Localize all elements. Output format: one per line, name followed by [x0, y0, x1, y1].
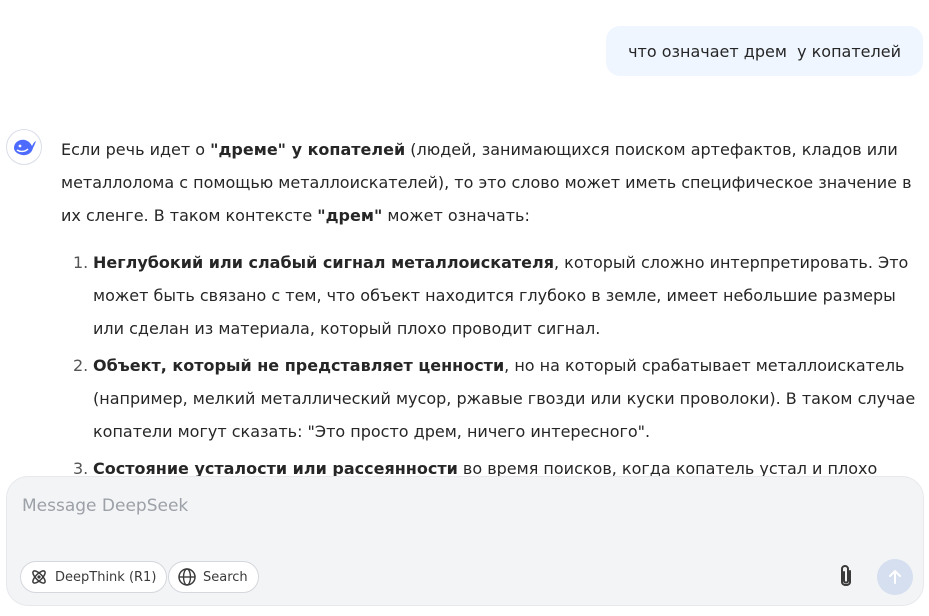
search-toggle-button[interactable]: Search [168, 561, 259, 593]
list-item: 2. Объект, который не представляет ценнос… [61, 349, 923, 448]
deepthink-toggle-button[interactable]: DeepThink (R1) [20, 561, 168, 593]
send-button[interactable] [877, 559, 913, 595]
answer-list: 1. Неглубокий или слабый сигнал металлоис… [61, 246, 923, 478]
list-item: 3. Состояние усталости или рассеянности в… [61, 452, 923, 478]
intro-text-1: Если речь идет о [61, 140, 211, 159]
list-item-bold: Неглубокий или слабый сигнал металлоиска… [93, 253, 554, 272]
arrow-up-icon [889, 570, 901, 584]
deepseek-whale-icon [14, 139, 36, 156]
paperclip-icon [841, 565, 851, 586]
user-message-text: что означает дрем у копателей [628, 41, 901, 61]
atom-icon [32, 570, 46, 584]
message-input[interactable] [22, 491, 802, 521]
assistant-answer: Если речь идет о "дреме" у копателей (лю… [61, 133, 923, 478]
deepthink-label: DeepThink (R1) [55, 569, 157, 585]
intro-text-3: может означать: [382, 206, 530, 225]
list-item-bold: Объект, который не представляет ценности [93, 356, 505, 375]
user-message-bubble: что означает дрем у копателей [606, 26, 923, 76]
assistant-avatar [6, 129, 42, 165]
message-composer: DeepThink (R1) Search [6, 476, 924, 606]
list-item-number: 1. [73, 253, 89, 272]
answer-intro: Если речь идет о "дреме" у копателей (лю… [61, 133, 923, 232]
attach-file-button[interactable] [831, 561, 861, 593]
list-item: 1. Неглубокий или слабый сигнал металлоис… [61, 246, 923, 345]
list-item-number: 2. [73, 356, 89, 375]
search-label: Search [203, 569, 248, 585]
list-item-number: 3. [73, 459, 89, 478]
intro-bold-1: "дреме" у копателей [210, 140, 406, 159]
intro-bold-2: "дрем" [317, 206, 383, 225]
globe-icon [178, 568, 196, 586]
